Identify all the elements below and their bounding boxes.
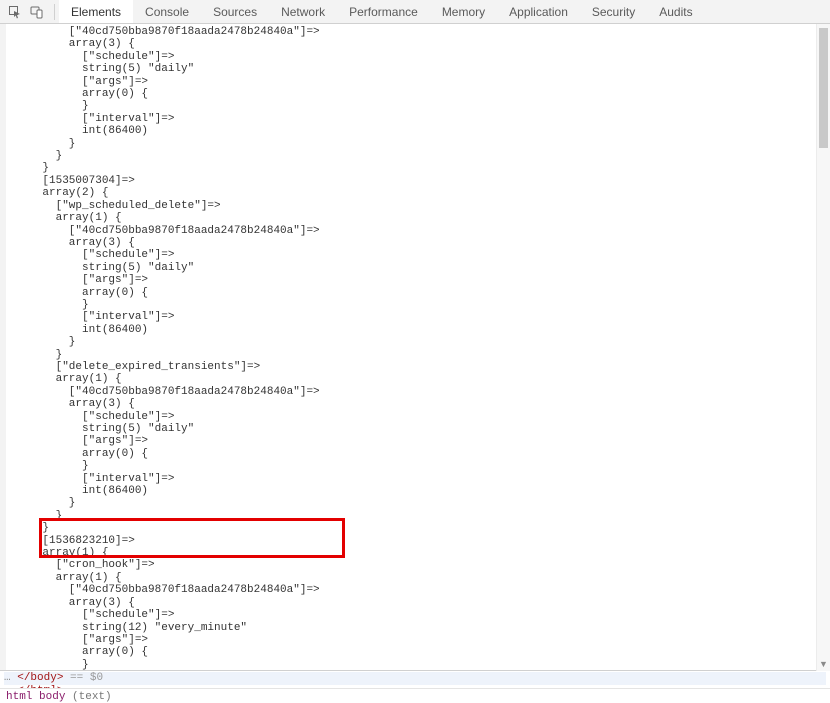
- tab-audits[interactable]: Audits: [647, 1, 704, 23]
- tab-security[interactable]: Security: [580, 1, 647, 23]
- ellipsis: …: [4, 672, 11, 684]
- breadcrumb-text[interactable]: (text): [72, 691, 112, 703]
- elements-panel[interactable]: ["40cd750bba9870f18aada2478b24840a"]=> a…: [0, 24, 830, 670]
- body-close-tag: </body>: [17, 672, 63, 684]
- tab-sources[interactable]: Sources: [201, 1, 269, 23]
- selected-node-line[interactable]: … </body> == $0: [4, 672, 826, 685]
- dom-text-node[interactable]: ["40cd750bba9870f18aada2478b24840a"]=> a…: [6, 24, 830, 670]
- breadcrumb[interactable]: html body (text): [0, 688, 830, 703]
- toolbar-divider: [54, 4, 55, 20]
- tab-network[interactable]: Network: [269, 1, 337, 23]
- tab-performance[interactable]: Performance: [337, 1, 430, 23]
- device-toggle-icon[interactable]: [28, 3, 46, 21]
- tab-memory[interactable]: Memory: [430, 1, 497, 23]
- vertical-scrollbar[interactable]: ▲ ▼: [816, 24, 830, 671]
- tab-console[interactable]: Console: [133, 1, 201, 23]
- scrollbar-thumb[interactable]: [819, 28, 828, 148]
- selected-indicator: == $0: [70, 672, 103, 684]
- tab-elements[interactable]: Elements: [59, 0, 133, 23]
- inspect-element-icon[interactable]: [6, 3, 24, 21]
- breadcrumb-html[interactable]: html: [6, 691, 32, 703]
- scroll-down-arrow-icon[interactable]: ▼: [817, 657, 830, 671]
- breadcrumb-body[interactable]: body: [39, 691, 65, 703]
- devtools-toolbar: Elements Console Sources Network Perform…: [0, 0, 830, 24]
- tab-application[interactable]: Application: [497, 1, 580, 23]
